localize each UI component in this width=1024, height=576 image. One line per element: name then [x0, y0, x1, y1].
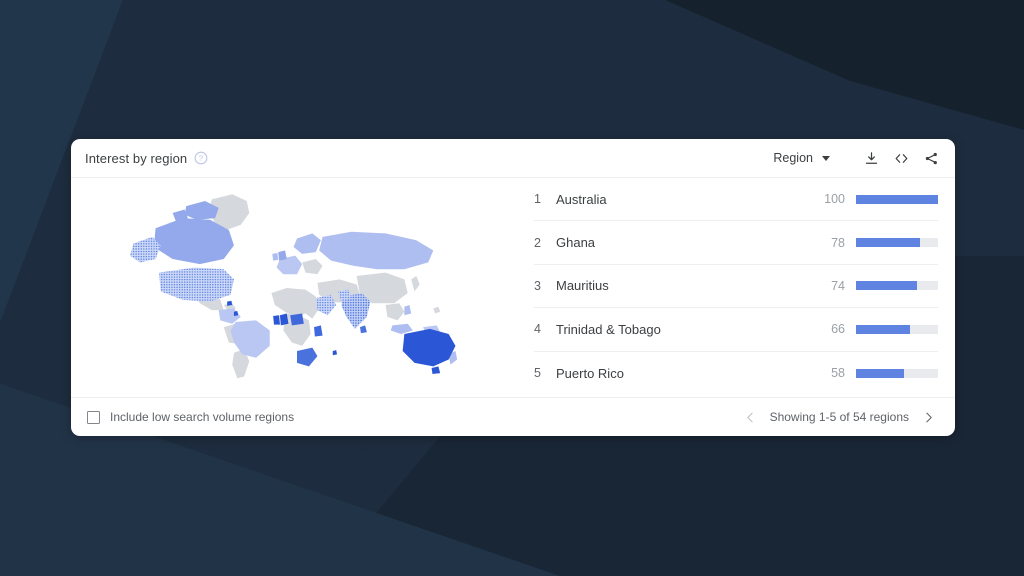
region-value: 58 — [811, 366, 845, 380]
region-select-label: Region — [773, 151, 813, 165]
region-rank: 4 — [534, 322, 556, 336]
region-rank: 1 — [534, 192, 556, 206]
table-row[interactable]: 5 Puerto Rico 58 — [534, 352, 938, 395]
chevron-down-icon — [822, 156, 830, 161]
embed-code-icon[interactable] — [894, 151, 909, 166]
map-svg — [71, 184, 523, 397]
chevron-right-icon[interactable] — [922, 411, 935, 424]
table-row[interactable]: 2 Ghana 78 — [534, 221, 938, 264]
download-icon[interactable] — [864, 151, 879, 166]
region-bar-fill — [856, 325, 910, 334]
region-value: 66 — [811, 322, 845, 336]
card-header: Interest by region ? Region — [71, 139, 955, 178]
checkbox-label: Include low search volume regions — [110, 410, 294, 424]
region-bar-fill — [856, 369, 904, 378]
region-bar-track — [856, 195, 938, 204]
card-body: 1 Australia 100 2 Ghana 78 3 Mauritius 7… — [71, 178, 955, 397]
page-title: Interest by region — [85, 151, 187, 166]
region-bar-track — [856, 238, 938, 247]
region-bar-fill — [856, 238, 920, 247]
pagination: Showing 1-5 of 54 regions — [744, 410, 935, 424]
region-bar-track — [856, 281, 938, 290]
region-name: Trinidad & Tobago — [556, 322, 811, 337]
world-choropleth-map[interactable] — [71, 178, 523, 397]
region-value: 78 — [811, 236, 845, 250]
region-bar-fill — [856, 281, 917, 290]
region-name: Ghana — [556, 235, 811, 250]
region-rank: 3 — [534, 279, 556, 293]
region-value: 100 — [811, 192, 845, 206]
card-footer: Include low search volume regions Showin… — [71, 397, 955, 436]
pagination-label: Showing 1-5 of 54 regions — [770, 410, 909, 424]
help-circle-icon[interactable]: ? — [194, 151, 208, 165]
chevron-left-icon[interactable] — [744, 411, 757, 424]
region-name: Australia — [556, 192, 811, 207]
region-bar-track — [856, 325, 938, 334]
region-value: 74 — [811, 279, 845, 293]
table-row[interactable]: 3 Mauritius 74 — [534, 265, 938, 308]
share-icon[interactable] — [924, 151, 939, 166]
region-select[interactable]: Region — [773, 151, 830, 165]
region-name: Puerto Rico — [556, 366, 811, 381]
region-bar-track — [856, 369, 938, 378]
svg-text:?: ? — [199, 154, 203, 163]
region-name: Mauritius — [556, 278, 811, 293]
region-list: 1 Australia 100 2 Ghana 78 3 Mauritius 7… — [523, 178, 955, 397]
region-bar-fill — [856, 195, 938, 204]
table-row[interactable]: 1 Australia 100 — [534, 178, 938, 221]
region-rank: 2 — [534, 236, 556, 250]
interest-by-region-card: Interest by region ? Region — [71, 139, 955, 436]
checkbox-box — [87, 411, 100, 424]
include-low-volume-checkbox[interactable]: Include low search volume regions — [87, 410, 294, 424]
region-rank: 5 — [534, 366, 556, 380]
table-row[interactable]: 4 Trinidad & Tobago 66 — [534, 308, 938, 351]
